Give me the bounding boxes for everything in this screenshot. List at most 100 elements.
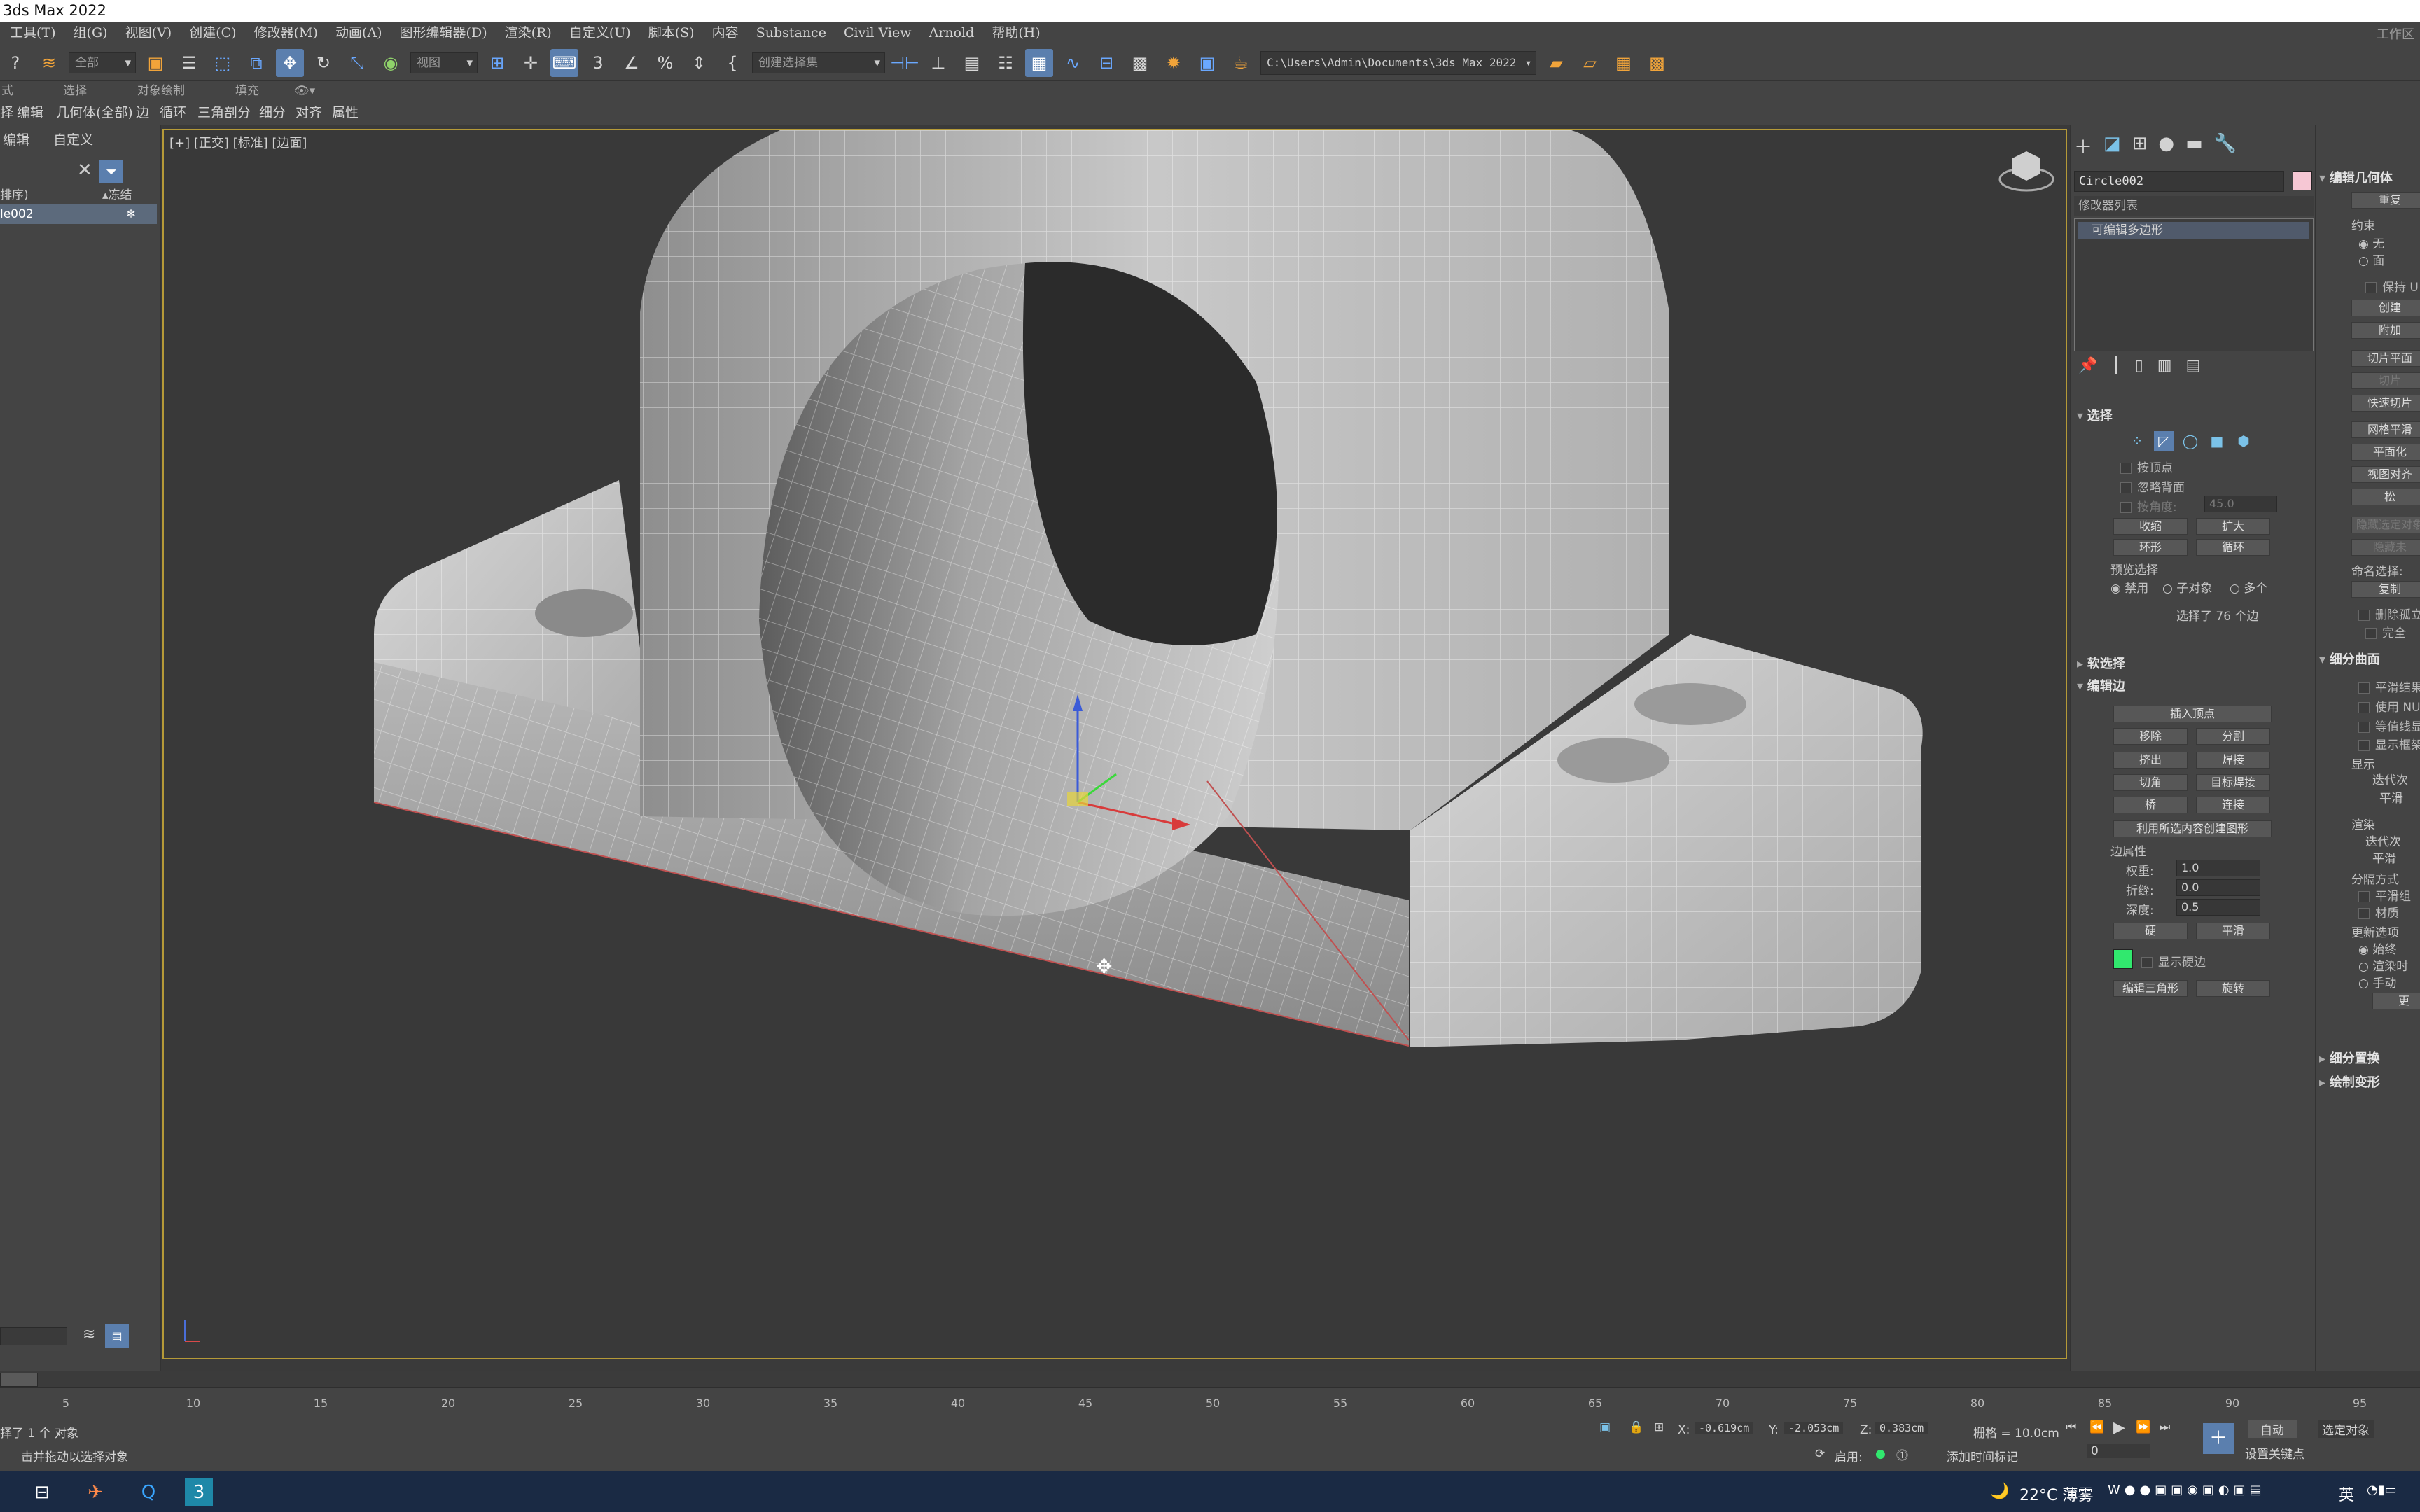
rollout-edit-geometry[interactable]: 编辑几何体 [2319, 169, 2393, 188]
y-coordinate-field[interactable]: -2.053cm [1784, 1422, 1844, 1434]
split-button[interactable]: 分割 [2196, 728, 2270, 745]
menu-substance[interactable]: Substance [756, 22, 826, 45]
add-time-tag-text[interactable]: 添加时间标记 [1947, 1447, 2018, 1464]
make-unique-icon[interactable]: ▯ [2135, 357, 2143, 374]
slice-plane-button[interactable]: 切片平面 [2351, 350, 2420, 367]
pin-stack-icon[interactable]: 📌 [2078, 357, 2097, 374]
select-place-icon[interactable]: ◉ [377, 49, 405, 77]
isolate-icon[interactable]: ▣ [1599, 1420, 1611, 1434]
scene-tab-edit[interactable]: 编辑 [3, 132, 29, 148]
help-icon[interactable]: ? [1, 49, 29, 77]
time-slider-handle[interactable] [0, 1373, 38, 1387]
preview-off-radio[interactable]: ◉ 禁用 [2110, 578, 2148, 596]
rollout-selection[interactable]: 选择 [2077, 407, 2113, 426]
frame-field[interactable]: 0 [2087, 1444, 2150, 1458]
subtab-properties[interactable]: 属性 [332, 101, 359, 125]
ribbon-tab-selection[interactable]: 选择 [63, 81, 87, 101]
preview-subobject-radio[interactable]: ○ 子对象 [2162, 578, 2212, 596]
goto-end-icon[interactable]: ⏭ [2160, 1420, 2170, 1434]
perspective-viewport[interactable]: [+] [正交] [标准] [边面] ✥ [162, 129, 2067, 1359]
set-key-icon[interactable]: ＋ [2203, 1423, 2234, 1454]
subtab-edit[interactable]: 编辑 [17, 101, 43, 125]
angle-spinner[interactable]: 45.0 [2204, 496, 2277, 512]
element-mode-icon[interactable]: ⬢ [2234, 431, 2253, 451]
quickslice-button[interactable]: 快速切片 [2351, 395, 2420, 412]
isoline-display-checkbox[interactable]: 等值线显 [2358, 717, 2420, 734]
viewcube-icon[interactable] [1998, 151, 2054, 192]
angle-snap-icon[interactable]: ∠ [618, 49, 646, 77]
smooth-button[interactable]: 平滑 [2196, 923, 2270, 939]
next-frame-icon[interactable]: ⏩ [2136, 1420, 2150, 1434]
edge-mode-icon[interactable]: ◸ [2154, 431, 2174, 451]
menu-graph-editors[interactable]: 图形编辑器(D) [400, 22, 487, 45]
edit-named-sets-icon[interactable]: { [718, 49, 746, 77]
timeline-ruler[interactable]: 5 10 15 20 25 30 35 40 45 50 55 60 65 70… [0, 1387, 2420, 1413]
ring-button[interactable]: 环形 [2113, 539, 2188, 556]
copy-button[interactable]: 复制 [2351, 581, 2420, 598]
polygon-mode-icon[interactable]: ■ [2207, 431, 2227, 451]
material-editor-icon[interactable]: ▩ [1126, 49, 1154, 77]
show-hard-edges-checkbox[interactable]: 显示硬边 [2141, 952, 2206, 969]
pillow-block-model[interactable] [373, 130, 1923, 1047]
percent-snap-icon[interactable]: % [651, 49, 679, 77]
app-icon-1[interactable]: ✈ [81, 1478, 109, 1506]
adaptive-degradation-icon[interactable]: ⟳ [1815, 1447, 1825, 1461]
motion-tab-icon[interactable]: ● [2158, 133, 2174, 159]
separate-smoothing-groups-checkbox[interactable]: 平滑组 [2358, 886, 2411, 904]
menu-civil-view[interactable]: Civil View [844, 22, 912, 45]
rendered-frame-icon[interactable]: ▣ [1193, 49, 1221, 77]
project-settings-icon[interactable]: ▦ [1609, 49, 1637, 77]
separate-materials-checkbox[interactable]: 材质 [2358, 903, 2399, 920]
set-key-button[interactable]: 设置关键点 [2245, 1444, 2304, 1462]
connect-button[interactable]: 连接 [2196, 797, 2270, 813]
update-button[interactable]: 更 [2372, 993, 2420, 1009]
selected-objects-dropdown[interactable]: 选定对象 [2318, 1420, 2374, 1438]
select-scale-icon[interactable]: ⤡ [343, 49, 371, 77]
3dsmax-taskbar-icon[interactable]: 3 [185, 1478, 213, 1506]
weight-spinner[interactable]: 1.0 [2176, 860, 2260, 876]
filter-icon[interactable]: ⏷ [99, 160, 123, 183]
menu-modifiers[interactable]: 修改器(M) [254, 22, 318, 45]
ribbon-toggle-icon[interactable]: ▦ [1025, 48, 1053, 77]
select-move-icon[interactable]: ✥ [276, 48, 304, 77]
enabled-indicator[interactable]: ● [1875, 1447, 1886, 1461]
menu-tools[interactable]: 工具(T) [10, 22, 56, 45]
extrude-button[interactable]: 挤出 [2113, 752, 2188, 769]
rollout-soft-selection[interactable]: 软选择 [2077, 655, 2125, 673]
bridge-button[interactable]: 桥 [2113, 797, 2188, 813]
show-cage-checkbox[interactable]: 显示框架 [2358, 735, 2420, 752]
repeat-last-button[interactable]: 重复 [2351, 192, 2420, 209]
explorer-toggle-icon[interactable]: ▤ [105, 1324, 129, 1348]
meshsmooth-button[interactable]: 网格平滑 [2351, 421, 2420, 438]
select-by-name-icon[interactable]: ☰ [175, 49, 203, 77]
named-selection-dropdown[interactable]: 创建选择集 [752, 52, 885, 74]
spinner-snap-icon[interactable]: ⇕ [685, 49, 713, 77]
select-object-icon[interactable]: ▣ [141, 49, 169, 77]
freeze-snowflake-icon[interactable]: ❄ [126, 204, 136, 224]
freeze-column-header[interactable]: ▴冻结 [102, 186, 132, 204]
by-vertex-checkbox[interactable]: 按顶点 [2120, 458, 2173, 475]
curve-editor-icon[interactable]: ∿ [1059, 49, 1087, 77]
object-name-field[interactable]: Circle002 [2074, 171, 2284, 192]
align-icon[interactable]: ⊥ [924, 49, 952, 77]
z-coordinate-field[interactable]: 0.383cm [1875, 1422, 1928, 1434]
scene-tab-customize[interactable]: 自定义 [53, 132, 93, 148]
lock-selection-icon[interactable]: 🔒 [1629, 1420, 1643, 1434]
stack-item-editable-poly[interactable]: 可编辑多边形 [2078, 222, 2309, 239]
absolute-mode-icon[interactable]: ⊞ [1654, 1420, 1664, 1434]
subtab-align[interactable]: 对齐 [295, 101, 322, 125]
schematic-view-icon[interactable]: ⊟ [1092, 49, 1120, 77]
project-path-dropdown[interactable]: C:\Users\Admin\Documents\3ds Max 2022 [1260, 50, 1537, 75]
full-interop-checkbox[interactable]: 完全 [2365, 623, 2406, 640]
menu-arnold[interactable]: Arnold [929, 22, 975, 45]
selection-filter-dropdown[interactable]: 全部 [69, 52, 136, 74]
goto-start-icon[interactable]: ⏮ [2066, 1420, 2076, 1434]
menu-create[interactable]: 创建(C) [189, 22, 236, 45]
layer-explorer-icon[interactable]: ☷ [992, 49, 1020, 77]
workspace-label[interactable]: 工作区 [2377, 24, 2414, 46]
menu-views[interactable]: 视图(V) [125, 22, 172, 45]
open-folder-icon[interactable]: ▱ [1576, 49, 1604, 77]
object-color-swatch[interactable] [2293, 171, 2312, 190]
attach-button[interactable]: 附加 [2351, 322, 2420, 339]
rollout-edit-edges[interactable]: 编辑边 [2077, 678, 2125, 696]
